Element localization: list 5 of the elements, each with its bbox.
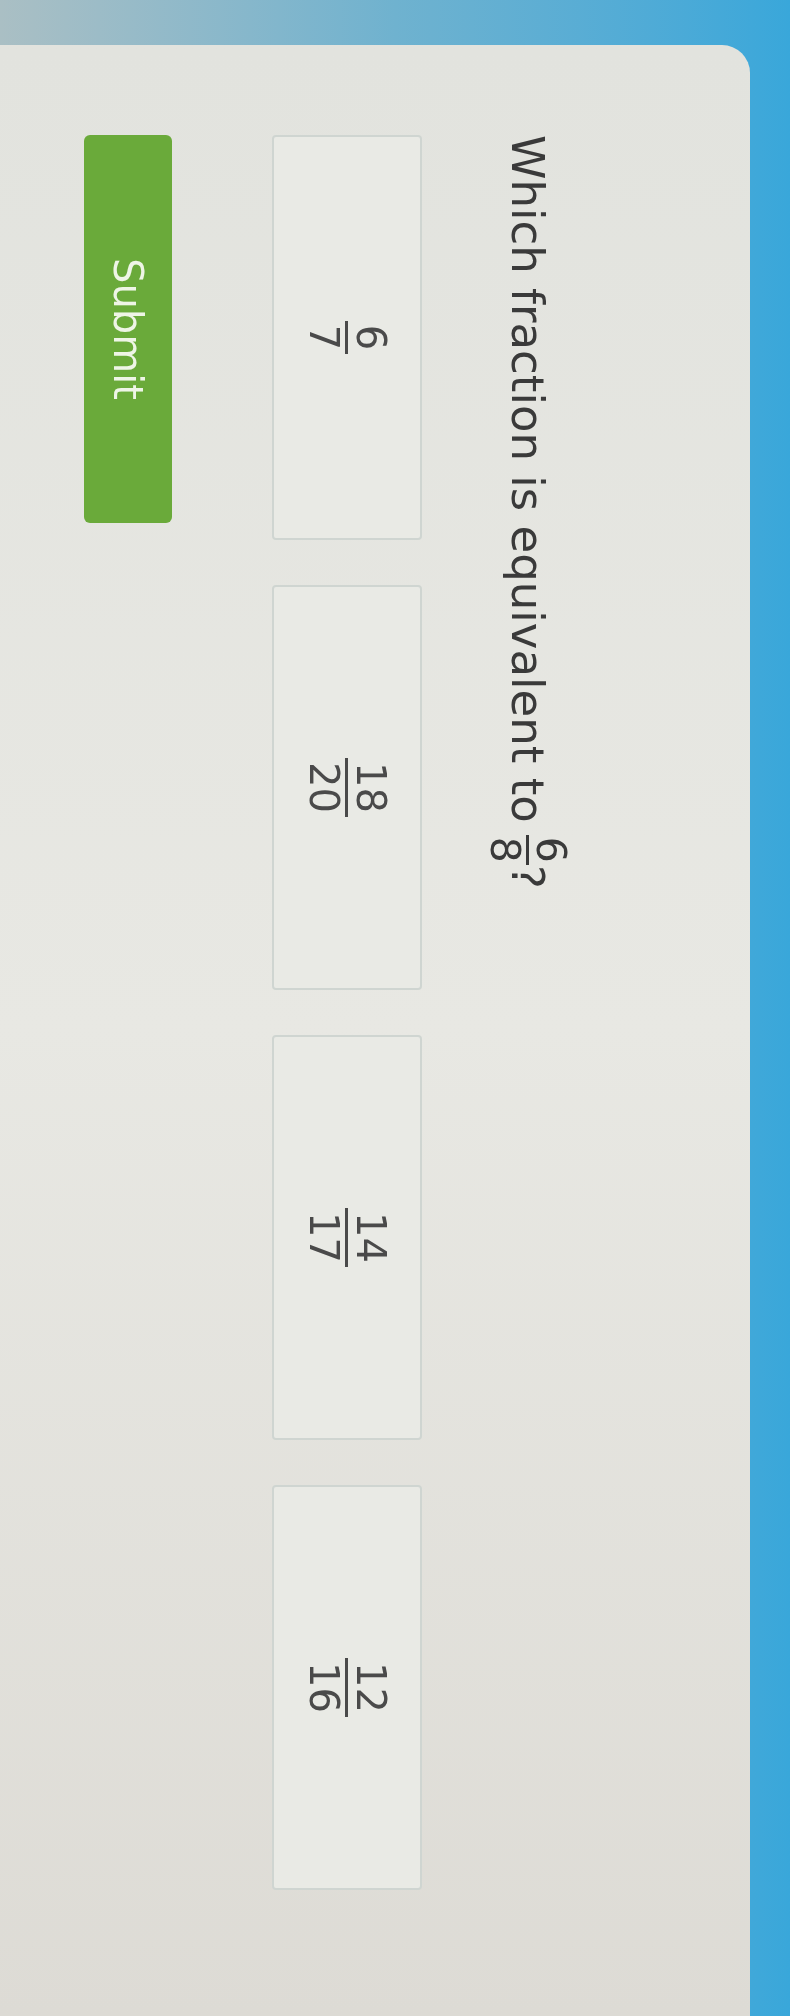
answer-option[interactable]: 14 17 — [271, 1035, 422, 1440]
question-text: Which fraction is equivalent to 6 8? — [482, 135, 572, 889]
answer-option[interactable]: 6 7 — [271, 135, 422, 540]
answer-option[interactable]: 12 16 — [271, 1485, 422, 1890]
answer-option[interactable]: 18 20 — [271, 585, 422, 990]
